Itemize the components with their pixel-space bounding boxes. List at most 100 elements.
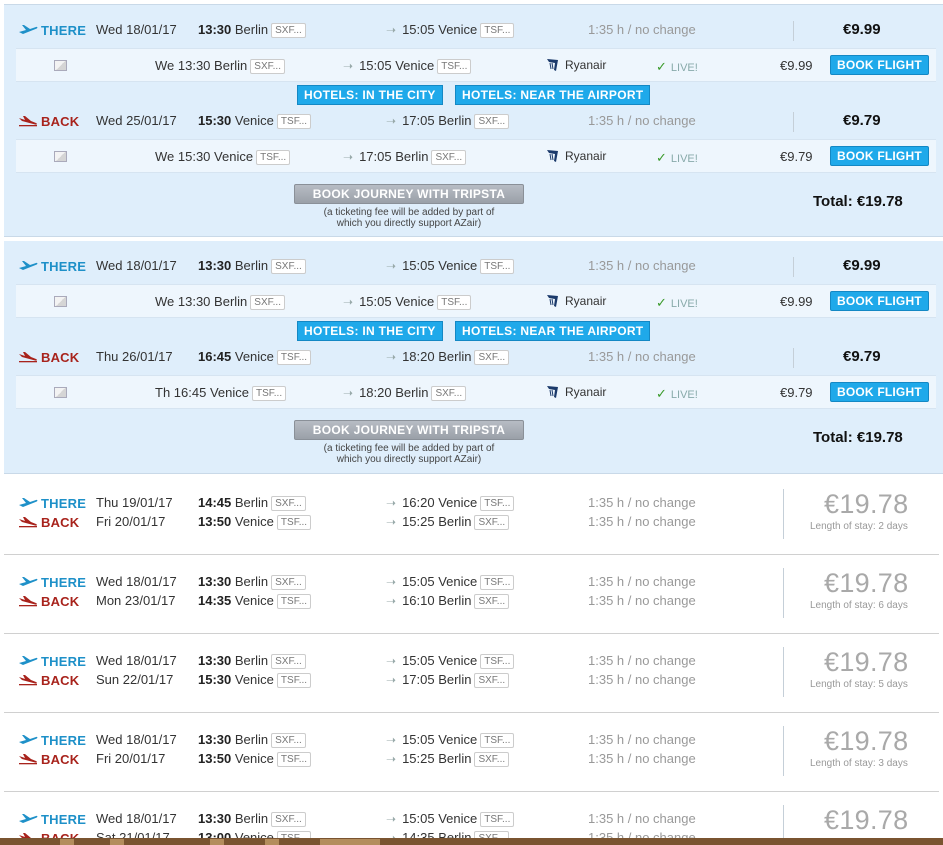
result-item[interactable]: THERE Thu 19/01/17 14:45 Berlin SXF... ➝ 1… bbox=[4, 479, 939, 555]
airline: Ryanair bbox=[546, 149, 606, 163]
airport-code[interactable]: SXF... bbox=[271, 733, 306, 748]
airport-code[interactable]: SXF... bbox=[474, 673, 510, 688]
plane-departure-icon bbox=[19, 656, 38, 665]
result-item[interactable]: THERE Wed 18/01/17 13:30 Berlin SXF... ➝ 1… bbox=[4, 716, 939, 792]
taskbar-icon[interactable] bbox=[210, 839, 224, 845]
airport-code[interactable]: SXF... bbox=[474, 350, 510, 365]
airport-code[interactable]: SXF... bbox=[474, 114, 510, 129]
arr-city: Venice bbox=[438, 22, 478, 37]
airport-code[interactable]: TSF... bbox=[480, 812, 515, 827]
airline-name: Ryanair bbox=[565, 294, 607, 308]
airport-code[interactable]: TSF... bbox=[276, 752, 312, 767]
arrow-right-icon: ➝ bbox=[386, 752, 397, 766]
airport-code[interactable]: TSF... bbox=[276, 114, 312, 129]
dep-city: Venice bbox=[234, 672, 274, 687]
date: Fri 20/01/17 bbox=[96, 751, 166, 766]
ryanair-harp-icon bbox=[547, 295, 558, 307]
airline: Ryanair bbox=[546, 58, 606, 72]
arrival: ➝ 15:05 Venice TSF... bbox=[386, 653, 515, 669]
airport-code[interactable]: SXF... bbox=[431, 150, 467, 165]
dep-city: Berlin bbox=[234, 495, 269, 510]
live-text: LIVE! bbox=[670, 298, 698, 310]
departure: 15:30 Venice TSF... bbox=[198, 672, 312, 688]
airport-code[interactable]: TSF... bbox=[437, 59, 472, 74]
airport-code[interactable]: TSF... bbox=[252, 386, 287, 401]
duration: 1:35 h / no change bbox=[588, 574, 696, 589]
taskbar-icon[interactable] bbox=[320, 839, 380, 845]
back-label: BACK bbox=[18, 112, 79, 130]
detail-price: €9.79 bbox=[780, 149, 813, 164]
dep-city: Berlin bbox=[234, 732, 269, 747]
detail-price: €9.99 bbox=[780, 294, 813, 309]
arrow-right-icon: ➝ bbox=[386, 654, 397, 668]
departure: 13:30 Berlin SXF... bbox=[198, 811, 306, 827]
airport-code[interactable]: TSF... bbox=[276, 673, 312, 688]
airport-code[interactable]: SXF... bbox=[474, 594, 510, 609]
divider bbox=[793, 112, 794, 132]
dep-time: 13:30 bbox=[198, 22, 232, 37]
total-price: €19.78 bbox=[824, 726, 909, 756]
length-of-stay: Length of stay: 3 days bbox=[810, 758, 908, 769]
there-text: THERE bbox=[41, 258, 87, 274]
airport-code[interactable]: SXF... bbox=[250, 295, 285, 310]
book-journey-button[interactable]: BOOK JOURNEY WITH TRIPSTA bbox=[294, 420, 524, 440]
taskbar-icon[interactable] bbox=[60, 839, 74, 845]
detail-dep-city: Venice bbox=[209, 385, 249, 400]
book-flight-button[interactable]: BOOK FLIGHT bbox=[830, 382, 929, 402]
airport-code[interactable]: SXF... bbox=[431, 386, 467, 401]
airport-code[interactable]: SXF... bbox=[271, 575, 306, 590]
detail-day-time: We 15:30 bbox=[155, 149, 211, 164]
airport-code[interactable]: TSF... bbox=[276, 515, 312, 530]
there-label: THERE bbox=[18, 573, 86, 591]
book-flight-button[interactable]: BOOK FLIGHT bbox=[830, 291, 929, 311]
detail-day-time: Th 16:45 bbox=[155, 385, 207, 400]
departure: 15:30 Venice TSF... bbox=[198, 113, 312, 129]
result-item[interactable]: THERE Wed 18/01/17 13:30 Berlin SXF... ➝ 1… bbox=[4, 637, 939, 713]
arrival: ➝ 15:25 Berlin SXF... bbox=[386, 751, 510, 767]
result-item[interactable]: THERE Wed 18/01/17 13:30 Berlin SXF... ➝ 1… bbox=[4, 558, 939, 634]
airport-code[interactable]: SXF... bbox=[271, 654, 306, 669]
ryanair-harp-icon bbox=[547, 386, 558, 398]
book-flight-button[interactable]: BOOK FLIGHT bbox=[830, 55, 929, 75]
airport-code[interactable]: TSF... bbox=[480, 575, 515, 590]
airport-code[interactable]: TSF... bbox=[256, 150, 291, 165]
divider bbox=[783, 489, 784, 539]
duration: 1:35 h / no change bbox=[588, 258, 696, 273]
airport-code[interactable]: TSF... bbox=[276, 350, 312, 365]
departure: 13:30 Berlin SXF... bbox=[198, 22, 306, 38]
plane-departure-icon bbox=[19, 498, 38, 507]
duration: 1:35 h / no change bbox=[588, 653, 696, 668]
airport-code[interactable]: SXF... bbox=[271, 259, 306, 274]
book-journey-button[interactable]: BOOK JOURNEY WITH TRIPSTA bbox=[294, 184, 524, 204]
book-flight-button[interactable]: BOOK FLIGHT bbox=[830, 146, 929, 166]
airport-code[interactable]: TSF... bbox=[480, 496, 515, 511]
taskbar-icon[interactable] bbox=[110, 839, 124, 845]
airport-code[interactable]: SXF... bbox=[474, 752, 510, 767]
duration: 1:35 h / no change bbox=[588, 751, 696, 766]
duration: 1:35 h / no change bbox=[588, 672, 696, 687]
back-label: BACK bbox=[18, 671, 79, 689]
airport-code[interactable]: SXF... bbox=[271, 496, 306, 511]
airport-code[interactable]: TSF... bbox=[480, 23, 515, 38]
airport-code[interactable]: TSF... bbox=[276, 594, 312, 609]
hotels-near-airport-button[interactable]: HOTELS: NEAR THE AIRPORT bbox=[455, 85, 651, 105]
back-text: BACK bbox=[41, 751, 80, 767]
hotels-in-city-button[interactable]: HOTELS: IN THE CITY bbox=[297, 321, 443, 341]
total-value: €19.78 bbox=[856, 193, 903, 210]
airport-code[interactable]: SXF... bbox=[271, 812, 306, 827]
plane-departure-icon bbox=[19, 814, 38, 823]
hotels-near-airport-button[interactable]: HOTELS: NEAR THE AIRPORT bbox=[455, 321, 651, 341]
airport-code[interactable]: SXF... bbox=[474, 515, 510, 530]
airport-code[interactable]: TSF... bbox=[480, 259, 515, 274]
hotels-in-city-button[interactable]: HOTELS: IN THE CITY bbox=[297, 85, 443, 105]
airport-code[interactable]: SXF... bbox=[250, 59, 285, 74]
airport-code[interactable]: TSF... bbox=[480, 654, 515, 669]
dep-city: Berlin bbox=[234, 811, 269, 826]
total-price: €19.78 bbox=[824, 568, 909, 598]
airport-code[interactable]: SXF... bbox=[271, 23, 306, 38]
flight-detail-row: We 13:30 Berlin SXF... ➝ 15:05 Venice TSF..… bbox=[16, 48, 936, 82]
taskbar-icon[interactable] bbox=[265, 839, 279, 845]
arrow-right-icon: ➝ bbox=[386, 350, 397, 364]
airport-code[interactable]: TSF... bbox=[437, 295, 472, 310]
airport-code[interactable]: TSF... bbox=[480, 733, 515, 748]
